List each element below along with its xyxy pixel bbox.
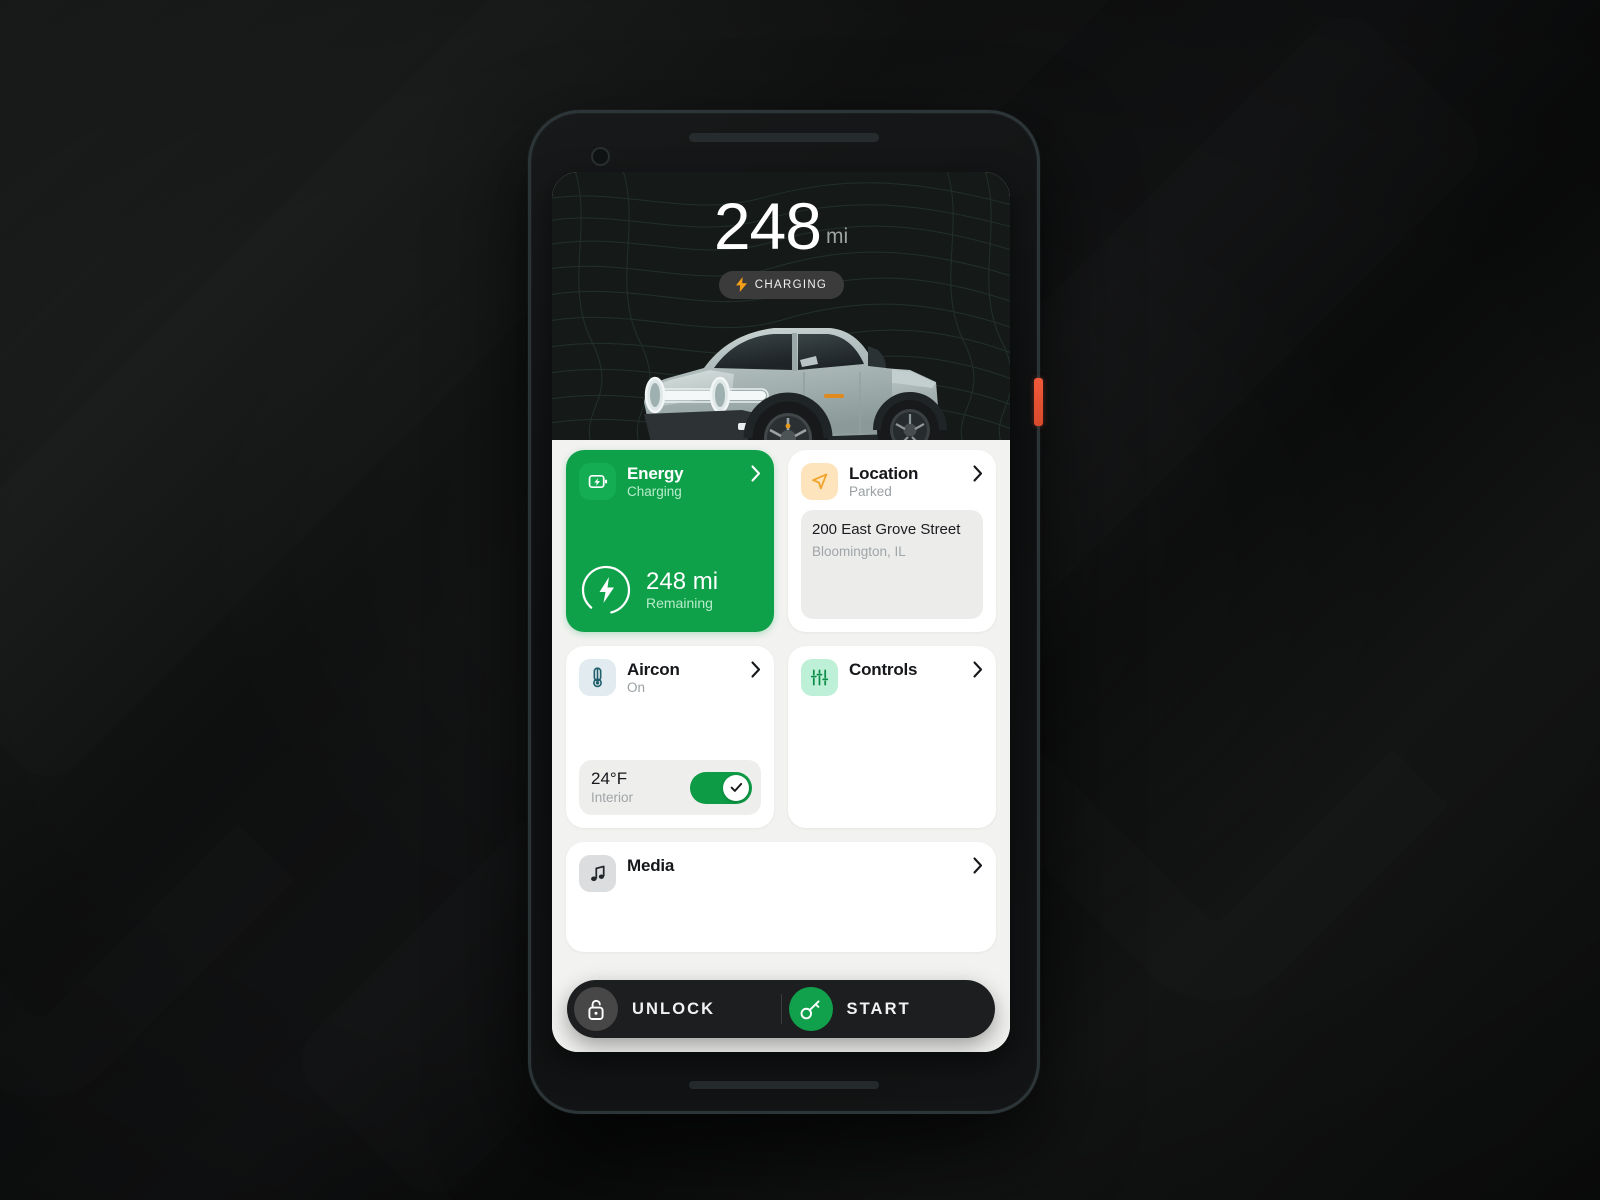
status-badge-label: CHARGING [754, 278, 828, 291]
chevron-right-icon[interactable] [751, 463, 761, 487]
background-chevron [982, 572, 1449, 1039]
toggle-knob [723, 774, 749, 801]
location-card-subtitle: Parked [849, 484, 892, 500]
media-card[interactable]: Media [566, 842, 996, 952]
energy-card[interactable]: Energy Charging 248 mi Remaining [566, 450, 774, 632]
energy-range-value: 248 mi [646, 567, 719, 595]
thermometer-icon [579, 659, 616, 696]
location-card-header: Location Parked [801, 463, 983, 500]
page-backdrop: 248 mi CHARGING Energy Charging 248 mi R… [0, 0, 1600, 1200]
charge-ring-icon [581, 565, 631, 615]
interior-temperature-text: 24°F Interior [591, 770, 690, 805]
app-screen: 248 mi CHARGING Energy Charging 248 mi R… [552, 172, 1010, 1052]
chevron-right-icon[interactable] [973, 659, 983, 683]
background-chevron [0, 625, 295, 1134]
energy-card-title: Energy [627, 464, 684, 483]
energy-card-header: Energy Charging [579, 463, 761, 500]
location-card-title: Location [849, 464, 919, 483]
phone-power-button[interactable] [1034, 378, 1043, 426]
range-value: 248 [713, 189, 822, 263]
address-block: 200 East Grove Street Bloomington, IL [801, 510, 983, 619]
bottom-action-bar: UNLOCK START [567, 980, 995, 1038]
controls-card-title: Controls [849, 660, 918, 679]
controls-card-header: Controls [801, 659, 983, 696]
start-button-label: START [846, 999, 911, 1018]
aircon-toggle[interactable] [690, 771, 752, 804]
range-unit: mi [825, 224, 849, 248]
chevron-right-icon[interactable] [973, 463, 983, 487]
aircon-card-text: Aircon On [627, 659, 740, 695]
check-icon [730, 783, 742, 793]
aircon-card[interactable]: Aircon On 24°F Interior [566, 646, 774, 828]
energy-range-label: Remaining [646, 595, 713, 612]
aircon-card-header: Aircon On [579, 659, 761, 696]
media-card-title: Media [627, 856, 675, 875]
aircon-card-title: Aircon [627, 660, 680, 679]
range-display: 248 mi [552, 172, 1010, 263]
unlock-button-label: UNLOCK [632, 999, 716, 1018]
energy-card-text: Energy Charging [627, 463, 740, 499]
energy-range-text: 248 mi Remaining [646, 569, 718, 611]
dashboard-content: Energy Charging 248 mi Remaining Aircon … [552, 440, 1010, 1052]
front-camera-icon [591, 147, 610, 166]
hero-section: 248 mi CHARGING [552, 172, 1010, 440]
address-city: Bloomington, IL [812, 543, 906, 559]
music-note-icon [579, 855, 616, 892]
sliders-icon [801, 659, 838, 696]
media-card-text: Media [627, 855, 962, 875]
home-indicator-bar [689, 1081, 879, 1089]
navigation-arrow-icon [801, 463, 838, 500]
chevron-right-icon[interactable] [973, 855, 983, 879]
battery-charging-icon [579, 463, 616, 500]
media-card-header: Media [579, 855, 983, 892]
unlock-button[interactable]: UNLOCK [567, 980, 781, 1038]
interior-temperature-row: 24°F Interior [579, 760, 761, 815]
controls-card[interactable]: Controls [788, 646, 996, 828]
key-icon [788, 987, 833, 1031]
address-street: 200 East Grove Street [812, 521, 961, 538]
energy-range-readout: 248 mi Remaining [579, 563, 761, 619]
earpiece-speaker [689, 133, 879, 142]
phone-device-frame: 248 mi CHARGING Energy Charging 248 mi R… [528, 110, 1040, 1114]
card-grid-row-1: Energy Charging 248 mi Remaining Aircon … [566, 450, 996, 828]
controls-card-text: Controls [849, 659, 962, 679]
location-card[interactable]: Location Parked 200 East Grove Street Bl… [788, 450, 996, 632]
open-padlock-icon [574, 987, 618, 1031]
location-card-text: Location Parked [849, 463, 962, 499]
card-column-right: Location Parked 200 East Grove Street Bl… [788, 450, 996, 828]
interior-temperature-value: 24°F [591, 769, 628, 789]
energy-card-subtitle: Charging [627, 484, 682, 500]
chevron-right-icon[interactable] [751, 659, 761, 683]
start-button[interactable]: START [782, 980, 996, 1038]
card-column-left: Energy Charging 248 mi Remaining Aircon … [566, 450, 774, 828]
interior-temperature-label: Interior [591, 790, 634, 805]
vehicle-image [644, 328, 947, 440]
aircon-card-subtitle: On [627, 680, 646, 696]
